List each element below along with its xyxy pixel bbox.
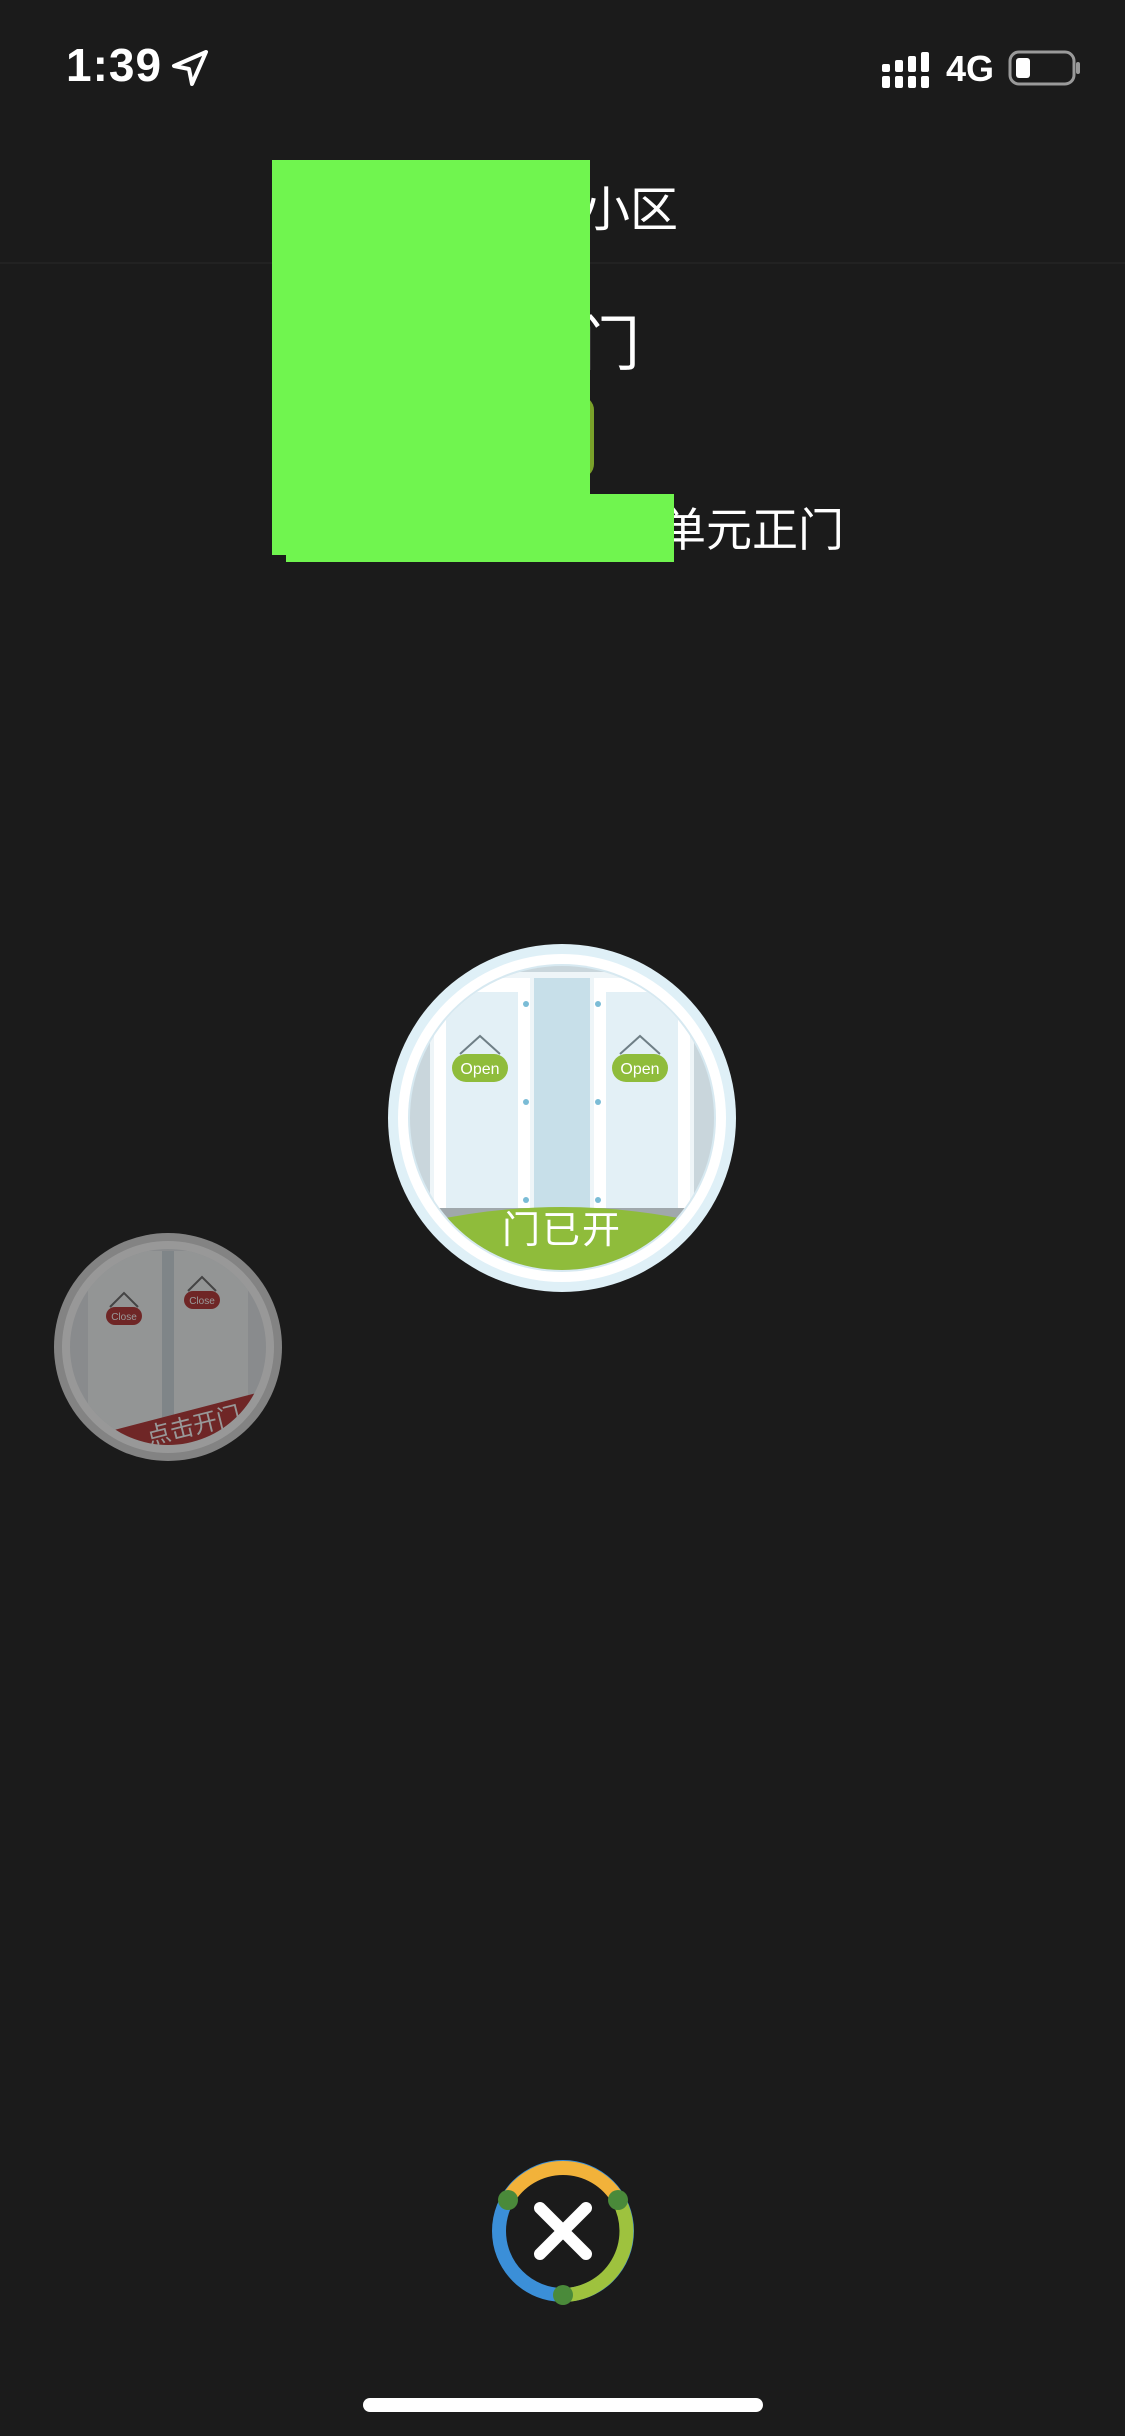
open-sign-right: Open — [620, 1061, 659, 1078]
closed-sign-left: Close — [111, 1312, 137, 1323]
redaction-block — [286, 494, 674, 562]
open-sign-left: Open — [460, 1061, 499, 1078]
door-opened-button[interactable]: Open Open 门已开 — [386, 942, 738, 1294]
tap-to-open-door-button[interactable]: Close Close 点击开门 — [52, 1231, 284, 1463]
status-time: 1:39 — [66, 39, 163, 91]
closed-sign-right: Close — [189, 1296, 215, 1307]
battery-icon — [1008, 50, 1080, 86]
close-button[interactable] — [488, 2156, 638, 2306]
network-label: 4G — [946, 48, 995, 89]
signal-icon — [882, 52, 929, 88]
close-icon — [534, 2202, 592, 2260]
location-arrow-icon — [172, 50, 208, 86]
door-status-label: 门已开 — [501, 1210, 622, 1252]
home-indicator[interactable] — [363, 2398, 763, 2412]
community-name: 小区 — [582, 184, 679, 237]
status-bar: 1:39 4G — [0, 0, 1125, 140]
unit-door-label: 单元正门 — [660, 504, 844, 556]
